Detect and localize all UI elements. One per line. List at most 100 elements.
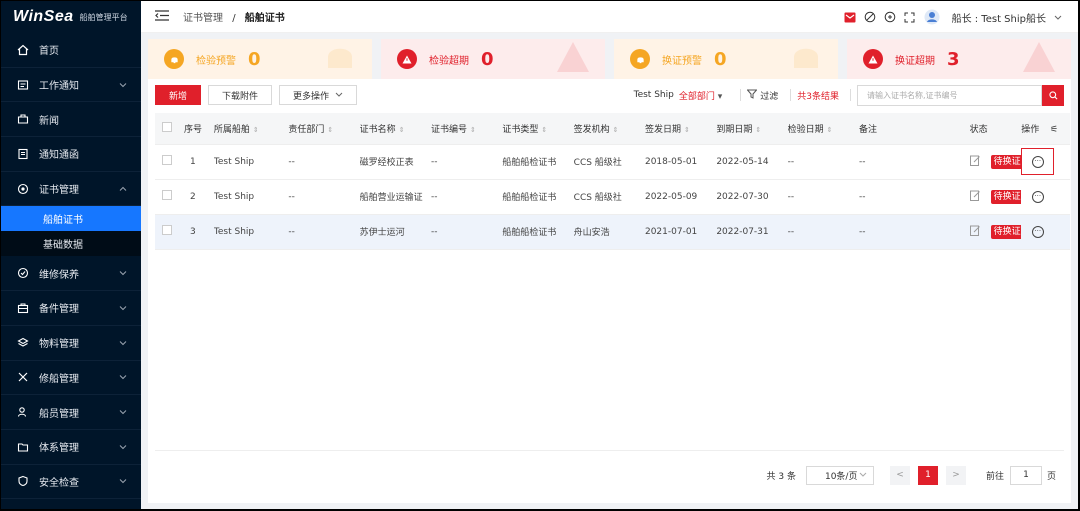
breadcrumb-parent[interactable]: 证书管理: [183, 13, 223, 24]
cell-type: 船舶船检证书: [502, 179, 574, 215]
department-label: 全部部门: [678, 91, 715, 102]
cell-dept: --: [288, 214, 360, 250]
more-options-icon[interactable]: ···: [1031, 225, 1044, 238]
col-header-type[interactable]: 证书类型 ⇕: [502, 113, 574, 145]
sidebar-item-crew[interactable]: 船员管理: [1, 395, 141, 430]
sort-icon: ⇕: [327, 125, 334, 134]
sidebar-item-certificate[interactable]: 证书管理: [1, 172, 141, 207]
col-header-dept[interactable]: 责任部门 ⇕: [288, 113, 360, 145]
table-row[interactable]: 3 Test Ship -- 苏伊士运河 -- 船舶船检证书 舟山安浩 2021…: [155, 214, 1070, 250]
sidebar-item-circular[interactable]: 通知通函: [1, 137, 141, 172]
chevron-down-icon[interactable]: [1054, 12, 1062, 23]
certificate-table: 序号 所属船舶 ⇕ 责任部门 ⇕ 证书名称 ⇕ 证书编号 ⇕ 证书类型 ⇕ 签发机构 ⇕ 签…: [155, 113, 1070, 250]
cell-issue-date: 2018-05-01: [644, 144, 717, 180]
sidebar-item-work-notice[interactable]: 工作通知: [1, 68, 141, 103]
language-icon[interactable]: [884, 11, 896, 23]
cell-code: --: [431, 214, 503, 250]
filter-label: 过滤: [760, 91, 779, 102]
stat-card-inspection-overdue[interactable]: 检验超期 0: [381, 39, 605, 79]
search-input[interactable]: 请输入证书名称,证书编号: [857, 84, 1042, 106]
sidebar-item-news[interactable]: 新闻: [1, 102, 141, 138]
ship-selector[interactable]: Test Ship: [634, 90, 674, 100]
more-options-icon[interactable]: ···: [1031, 190, 1044, 203]
cell-ship: Test Ship: [213, 179, 289, 215]
edit-note-icon[interactable]: [969, 155, 981, 169]
compass-icon[interactable]: [864, 11, 876, 23]
sidebar-item-home[interactable]: 首页: [1, 33, 141, 68]
table-row[interactable]: 1 Test Ship -- 磁罗经校正表 -- 船舶船检证书 CCS 船级社 …: [155, 144, 1070, 180]
row-checkbox[interactable]: [162, 155, 172, 165]
cell-status: 待换证: [969, 214, 1022, 250]
table-row[interactable]: 2 Test Ship -- 船舶营业运输证 -- 船舶船检证书 CCS 船级社…: [155, 179, 1070, 215]
chevron-down-icon: [119, 476, 127, 487]
sidebar-item-ship-certificate[interactable]: 船舶证书: [1, 206, 141, 232]
sort-icon: ⇕: [541, 125, 548, 134]
sidebar-item-label: 工作通知: [39, 81, 79, 93]
search-button[interactable]: [1042, 84, 1064, 106]
add-button[interactable]: 新增: [155, 85, 202, 105]
cell-expire-date: 2022-05-14: [716, 144, 788, 180]
sidebar-item-repair[interactable]: 修船管理: [1, 361, 141, 396]
cell-no: 1: [183, 144, 214, 180]
cell-inspect-date: --: [787, 214, 859, 250]
col-header-org[interactable]: 签发机构 ⇕: [573, 113, 645, 145]
cell-issue-date: 2021-07-01: [644, 214, 717, 250]
filter-button[interactable]: 过滤: [746, 89, 779, 102]
col-header-no: 序号: [183, 113, 214, 145]
page-number-button[interactable]: 1: [917, 465, 938, 485]
download-attachment-button[interactable]: 下载附件: [208, 85, 273, 105]
col-header-inspect-date[interactable]: 检验日期 ⇕: [787, 113, 859, 145]
stat-card-renewal-overdue[interactable]: 换证超期 3: [847, 39, 1071, 79]
mail-icon[interactable]: [844, 11, 856, 23]
logo-subtitle: 船舶管理平台: [79, 12, 128, 22]
chevron-down-icon: [335, 90, 343, 100]
department-selector[interactable]: 全部部门 ▾: [679, 89, 722, 102]
col-header-status: 状态: [969, 113, 1022, 145]
stat-card-inspection-warning[interactable]: 检验预警 0: [148, 39, 372, 79]
prev-page-button[interactable]: <: [889, 465, 910, 485]
sidebar-item-label: 体系管理: [39, 443, 79, 455]
select-all-checkbox[interactable]: [155, 113, 184, 145]
avatar[interactable]: [924, 9, 940, 25]
user-name[interactable]: 船长 : Test Ship船长: [952, 10, 1046, 25]
sidebar-item-material[interactable]: 物料管理: [1, 326, 141, 361]
cell-org: CCS 船级社: [573, 144, 645, 180]
result-count: 共3条结果: [797, 91, 839, 102]
more-options-icon[interactable]: ···: [1031, 155, 1044, 168]
row-checkbox[interactable]: [162, 190, 172, 200]
col-header-expire-date[interactable]: 到期日期 ⇕: [716, 113, 788, 145]
chevron-down-icon: [119, 372, 127, 383]
sidebar-item-base-data[interactable]: 基础数据: [1, 231, 141, 256]
sidebar-item-maintenance[interactable]: 维修保养: [1, 256, 141, 292]
row-actions-highlight: ···: [1021, 148, 1055, 175]
sidebar-item-spare-parts[interactable]: 备件管理: [1, 291, 141, 326]
divider: [790, 89, 792, 101]
spare-parts-icon: [16, 301, 30, 315]
warning-icon: [397, 49, 417, 69]
col-header-name[interactable]: 证书名称 ⇕: [359, 113, 431, 145]
col-header-code[interactable]: 证书编号 ⇕: [431, 113, 503, 145]
menu-fold-icon[interactable]: [155, 9, 169, 24]
sidebar-item-safety[interactable]: 安全检查: [1, 465, 141, 500]
page-size-select[interactable]: 10条/页: [805, 465, 874, 485]
divider: [850, 89, 851, 101]
stat-card-renewal-warning[interactable]: 换证预警 0: [614, 39, 838, 79]
more-actions-button[interactable]: 更多操作: [279, 85, 358, 105]
column-settings-icon[interactable]: ⚟: [1050, 125, 1058, 135]
edit-note-icon[interactable]: [969, 190, 981, 204]
chevron-down-icon: [119, 302, 127, 313]
sidebar-item-system[interactable]: 体系管理: [1, 430, 141, 465]
edit-note-icon[interactable]: [969, 225, 981, 239]
stat-card-value: 0: [481, 48, 494, 70]
sidebar-item-label: 船员管理: [39, 408, 79, 420]
warning-watermark-icon: [1021, 40, 1057, 77]
col-header-issue-date[interactable]: 签发日期 ⇕: [644, 113, 717, 145]
cell-remark: --: [858, 179, 970, 215]
fullscreen-icon[interactable]: [904, 11, 916, 23]
goto-page-input[interactable]: 1: [1009, 465, 1042, 485]
row-checkbox[interactable]: [162, 225, 172, 235]
next-page-button[interactable]: >: [945, 465, 966, 485]
bell-icon: [164, 49, 184, 69]
col-header-ship[interactable]: 所属船舶 ⇕: [213, 113, 289, 145]
cell-ship: Test Ship: [213, 214, 289, 250]
